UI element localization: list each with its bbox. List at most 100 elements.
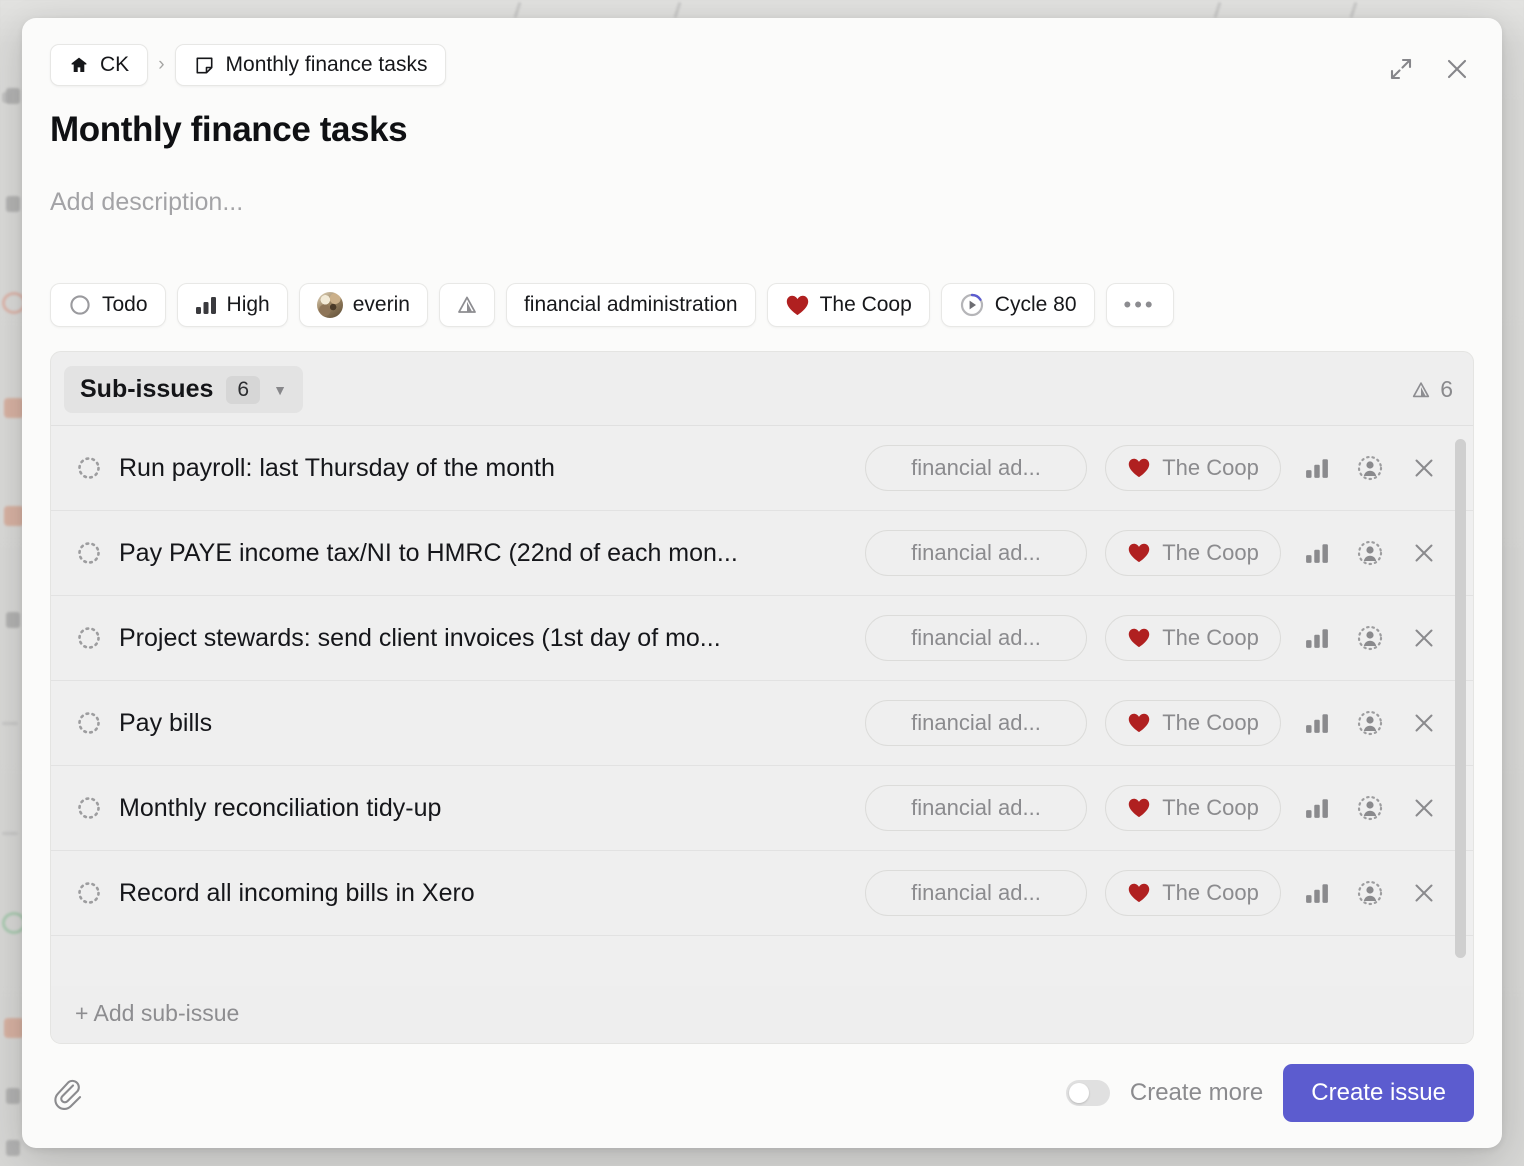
assignee-pill-label: everin — [352, 293, 410, 316]
remove-sub-issue-icon[interactable] — [1411, 880, 1437, 906]
sub-issue-title: Pay PAYE income tax/NI to HMRC (22nd of … — [119, 538, 738, 567]
remove-sub-issue-icon[interactable] — [1411, 625, 1437, 651]
breadcrumb-separator: › — [158, 54, 165, 75]
remove-sub-issue-icon[interactable] — [1411, 540, 1437, 566]
label-pill[interactable]: financial administration — [505, 283, 756, 327]
heart-icon — [1127, 627, 1151, 649]
sub-issue-team-chip[interactable]: The Coop — [1105, 530, 1281, 576]
sub-issue-team-text: The Coop — [1162, 455, 1259, 480]
sub-issue-title: Run payroll: last Thursday of the month — [119, 453, 555, 482]
unassigned-person-icon[interactable] — [1355, 793, 1385, 823]
priority-bars-icon[interactable] — [1305, 542, 1329, 564]
backlog-dotted-circle-icon[interactable] — [75, 794, 119, 822]
paperclip-icon[interactable] — [50, 1076, 84, 1110]
status-pill[interactable]: Todo — [50, 283, 166, 327]
backlog-dotted-circle-icon[interactable] — [75, 879, 119, 907]
breadcrumb: CK › Monthly finance tasks — [50, 44, 1474, 86]
sub-issues-scrollbar[interactable] — [1455, 439, 1466, 958]
unassigned-person-icon[interactable] — [1355, 708, 1385, 738]
create-issue-button[interactable]: Create issue — [1283, 1064, 1474, 1122]
window-controls — [1386, 54, 1472, 84]
breadcrumb-current[interactable]: Monthly finance tasks — [174, 44, 447, 86]
sub-issue-label-chip[interactable]: financial ad... — [865, 530, 1087, 576]
note-icon — [194, 55, 215, 76]
heart-icon — [785, 294, 810, 317]
unassigned-person-icon[interactable] — [1355, 878, 1385, 908]
add-sub-issue-button[interactable]: + Add sub-issue — [51, 986, 1473, 1043]
triangle-estimate-icon — [1410, 379, 1432, 401]
sub-issues-list-wrapper: Run payroll: last Thursday of the month f… — [51, 425, 1473, 986]
chevron-down-icon[interactable]: ▼ — [273, 382, 287, 398]
remove-sub-issue-icon[interactable] — [1411, 795, 1437, 821]
priority-bars-icon[interactable] — [1305, 882, 1329, 904]
priority-bars-icon[interactable] — [1305, 797, 1329, 819]
more-options-icon[interactable]: ••• — [1105, 283, 1174, 327]
sub-issue-label-text: financial ad... — [911, 625, 1041, 650]
sub-issues-title: Sub-issues — [80, 375, 214, 403]
table-row[interactable]: Run payroll: last Thursday of the month f… — [51, 426, 1473, 511]
priority-bars-icon[interactable] — [1305, 457, 1329, 479]
priority-pill[interactable]: High — [176, 283, 288, 327]
sub-issue-team-text: The Coop — [1162, 540, 1259, 565]
sub-issue-team-chip[interactable]: The Coop — [1105, 615, 1281, 661]
estimate-pill[interactable] — [438, 283, 495, 327]
table-row[interactable]: Record all incoming bills in Xero financi… — [51, 851, 1473, 936]
sub-issue-title: Pay bills — [119, 708, 213, 737]
sub-issue-team-text: The Coop — [1162, 710, 1259, 735]
backlog-dotted-circle-icon[interactable] — [75, 539, 119, 567]
table-row[interactable]: Project stewards: send client invoices (… — [51, 596, 1473, 681]
sub-issues-section: Sub-issues 6 ▼ 6 Run payroll: last Thurs… — [50, 351, 1474, 1044]
expand-icon[interactable] — [1386, 54, 1416, 84]
sub-issue-team-text: The Coop — [1162, 625, 1259, 650]
sub-issue-team-chip[interactable]: The Coop — [1105, 445, 1281, 491]
page-title[interactable]: Monthly finance tasks — [50, 110, 1474, 150]
modal-footer: Create more Create issue — [22, 1044, 1502, 1148]
create-more-label: Create more — [1129, 1079, 1264, 1106]
breadcrumb-home[interactable]: CK — [50, 44, 149, 86]
assignee-pill[interactable]: everin — [298, 283, 428, 327]
sub-issue-team-chip[interactable]: The Coop — [1105, 870, 1281, 916]
sub-issue-label-text: financial ad... — [911, 880, 1041, 905]
unassigned-person-icon[interactable] — [1355, 453, 1385, 483]
sub-issue-team-text: The Coop — [1162, 880, 1259, 905]
cycle-pill[interactable]: Cycle 80 — [940, 283, 1095, 327]
sub-issues-estimate-total: 6 — [1410, 376, 1453, 403]
unassigned-person-icon[interactable] — [1355, 538, 1385, 568]
triangle-estimate-icon — [455, 293, 479, 317]
sub-issue-label-chip[interactable]: financial ad... — [865, 700, 1087, 746]
sub-issue-label-chip[interactable]: financial ad... — [865, 870, 1087, 916]
create-more-toggle[interactable] — [1065, 1080, 1110, 1106]
sub-issue-label-chip[interactable]: financial ad... — [865, 785, 1087, 831]
table-row[interactable]: Pay bills financial ad... The Coop — [51, 681, 1473, 766]
label-pill-label: financial administration — [523, 293, 738, 316]
priority-bars-icon[interactable] — [1305, 627, 1329, 649]
unassigned-person-icon[interactable] — [1355, 623, 1385, 653]
avatar — [316, 292, 343, 318]
backlog-dotted-circle-icon[interactable] — [75, 624, 119, 652]
breadcrumb-current-label: Monthly finance tasks — [225, 53, 428, 76]
backlog-dotted-circle-icon[interactable] — [75, 709, 119, 737]
priority-bars-icon[interactable] — [1305, 712, 1329, 734]
sub-issue-title: Record all incoming bills in Xero — [119, 878, 475, 907]
team-pill[interactable]: The Coop — [766, 283, 930, 327]
description-input[interactable]: Add description... — [50, 188, 1474, 217]
close-icon[interactable] — [1442, 54, 1472, 84]
sub-issue-label-chip[interactable]: financial ad... — [865, 445, 1087, 491]
sub-issue-team-chip[interactable]: The Coop — [1105, 700, 1281, 746]
backlog-dotted-circle-icon[interactable] — [75, 454, 119, 482]
sub-issue-team-chip[interactable]: The Coop — [1105, 785, 1281, 831]
footer-actions: Create more Create issue — [1065, 1064, 1474, 1122]
table-row[interactable]: Monthly reconciliation tidy-up financial … — [51, 766, 1473, 851]
home-icon — [69, 55, 89, 75]
sub-issue-title: Project stewards: send client invoices (… — [119, 623, 721, 652]
sub-issue-label-chip[interactable]: financial ad... — [865, 615, 1087, 661]
sub-issue-label-text: financial ad... — [911, 710, 1041, 735]
table-row[interactable]: Pay PAYE income tax/NI to HMRC (22nd of … — [51, 511, 1473, 596]
heart-icon — [1127, 882, 1151, 904]
issue-modal: CK › Monthly finance tasks Monthly finan… — [22, 18, 1502, 1148]
sub-issues-toggle[interactable]: Sub-issues 6 ▼ — [64, 366, 303, 413]
heart-icon — [1127, 712, 1151, 734]
heart-icon — [1127, 457, 1151, 479]
remove-sub-issue-icon[interactable] — [1411, 710, 1437, 736]
remove-sub-issue-icon[interactable] — [1411, 455, 1437, 481]
